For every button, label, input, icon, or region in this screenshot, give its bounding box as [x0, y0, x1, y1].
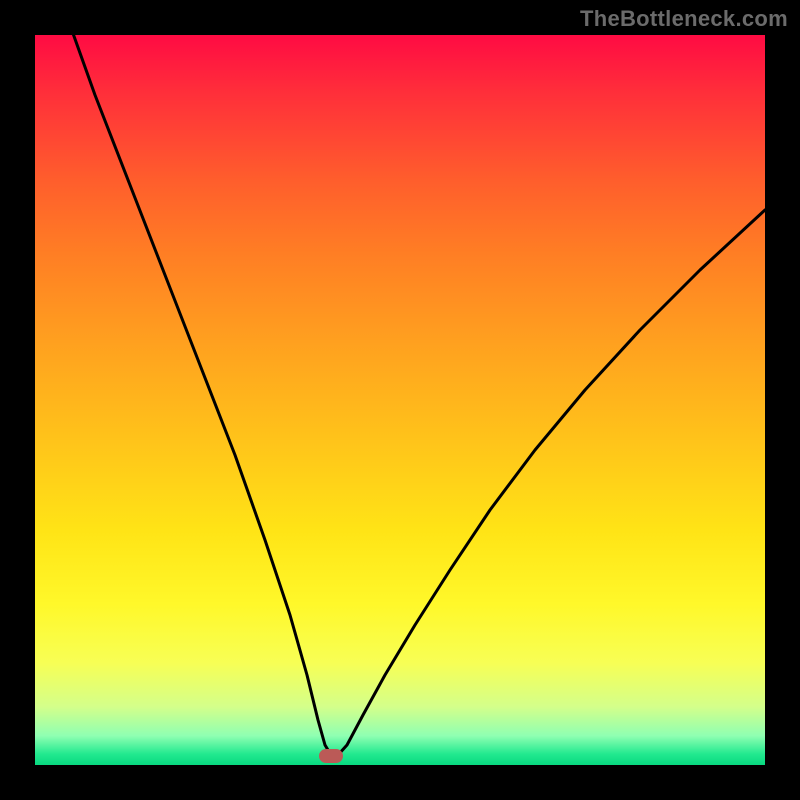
bottleneck-curve	[35, 35, 765, 765]
optimal-point-marker	[319, 749, 343, 763]
chart-frame: TheBottleneck.com	[0, 0, 800, 800]
plot-area	[35, 35, 765, 765]
watermark-text: TheBottleneck.com	[580, 6, 788, 32]
